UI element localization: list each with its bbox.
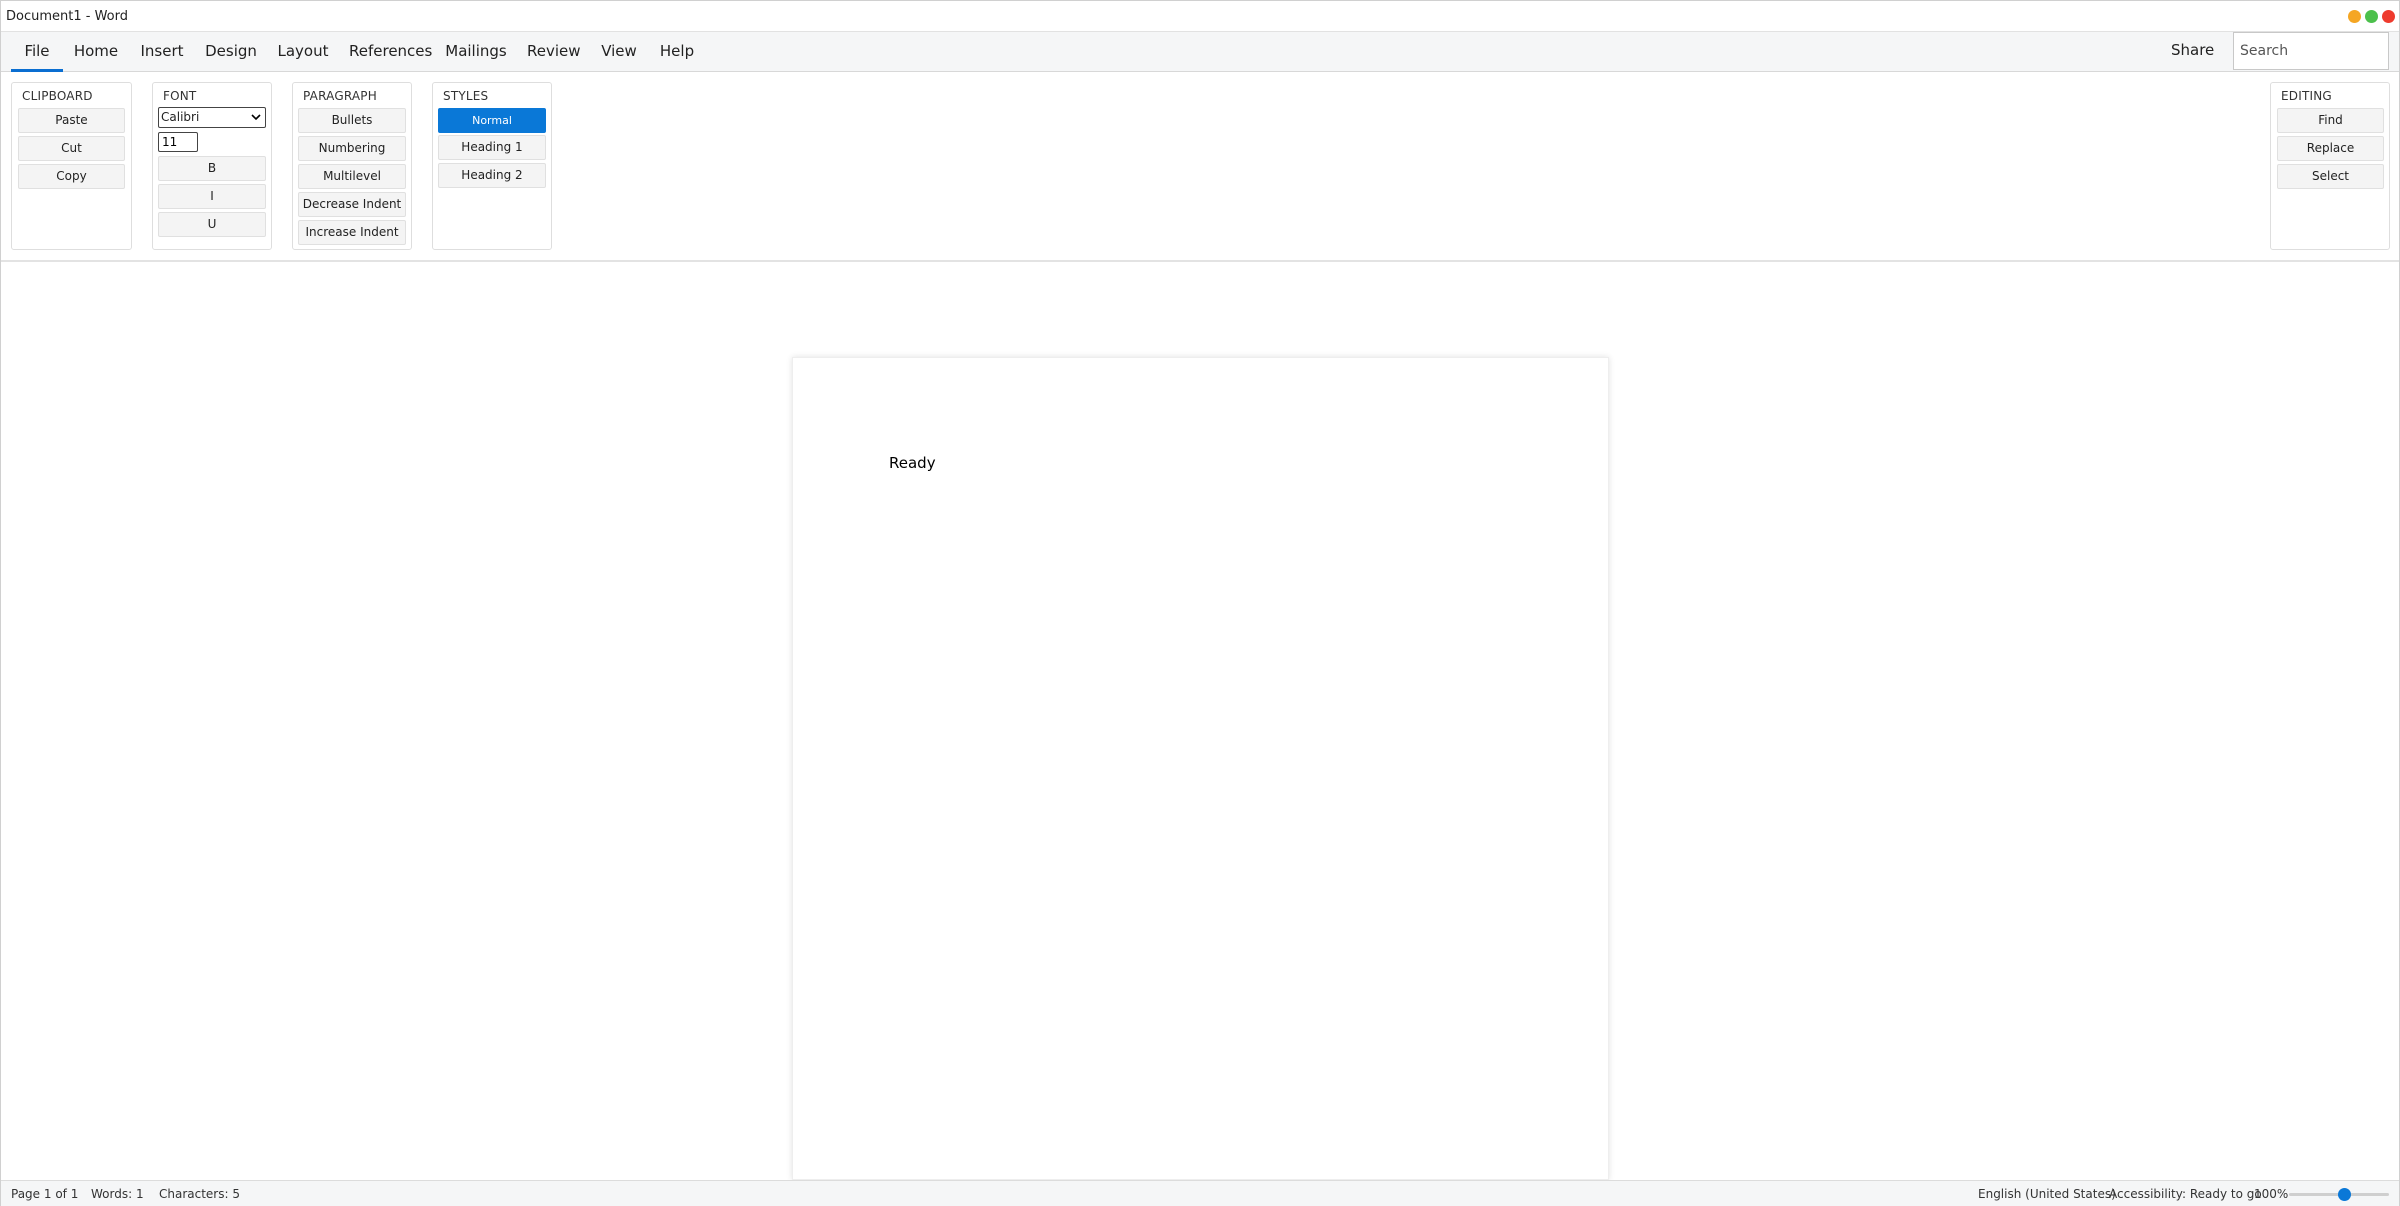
find-button[interactable]: Find (2277, 108, 2384, 133)
tab-home[interactable]: Home (71, 32, 121, 72)
clipboard-group: CLIPBOARD Paste Cut Copy (11, 82, 132, 250)
share-button[interactable]: Share (2171, 41, 2214, 59)
copy-button[interactable]: Copy (18, 164, 125, 189)
select-button[interactable]: Select (2277, 164, 2384, 189)
search-input[interactable] (2233, 32, 2389, 70)
zoom-slider[interactable] (2289, 1188, 2389, 1201)
style-heading1-button[interactable]: Heading 1 (438, 135, 546, 160)
tab-view[interactable]: View (599, 32, 639, 72)
chevron-down-icon (251, 114, 261, 121)
accessibility-status[interactable]: Accessibility: Ready to go (2109, 1187, 2262, 1201)
maximize-button[interactable] (2365, 10, 2378, 23)
underline-button[interactable]: U (158, 212, 266, 237)
font-family-select[interactable]: Calibri (158, 107, 266, 128)
document-canvas: Ready (1, 262, 2399, 1180)
tab-layout[interactable]: Layout (277, 32, 329, 72)
document-text[interactable]: Ready (889, 454, 936, 472)
tab-help[interactable]: Help (657, 32, 697, 72)
cut-button[interactable]: Cut (18, 136, 125, 161)
tab-review[interactable]: Review (527, 32, 581, 72)
paragraph-group: PARAGRAPH Bullets Numbering Multilevel D… (292, 82, 412, 250)
style-normal-button[interactable]: Normal (438, 108, 546, 133)
tab-references[interactable]: References (349, 32, 432, 72)
font-group-label: FONT (163, 89, 197, 103)
tab-insert[interactable]: Insert (137, 32, 187, 72)
close-button[interactable] (2382, 10, 2395, 23)
title-bar: Document1 - Word (1, 1, 2399, 32)
clipboard-group-label: CLIPBOARD (22, 89, 93, 103)
page-count: Page 1 of 1 (11, 1187, 79, 1201)
italic-button[interactable]: I (158, 184, 266, 209)
decrease-indent-button[interactable]: Decrease Indent (298, 192, 406, 217)
styles-group: STYLES Normal Heading 1 Heading 2 (432, 82, 552, 250)
ribbon: CLIPBOARD Paste Cut Copy FONT Calibri B … (1, 72, 2399, 262)
font-size-input[interactable] (158, 132, 198, 152)
minimize-button[interactable] (2348, 10, 2361, 23)
increase-indent-button[interactable]: Increase Indent (298, 220, 406, 245)
tab-file[interactable]: File (11, 32, 63, 72)
tab-design[interactable]: Design (204, 32, 258, 72)
font-group: FONT Calibri B I U (152, 82, 272, 250)
window-title: Document1 - Word (6, 9, 128, 24)
numbering-button[interactable]: Numbering (298, 136, 406, 161)
language-indicator[interactable]: English (United States) (1978, 1187, 2116, 1201)
multilevel-button[interactable]: Multilevel (298, 164, 406, 189)
style-heading2-button[interactable]: Heading 2 (438, 163, 546, 188)
editing-group-label: EDITING (2281, 89, 2332, 103)
editing-group: EDITING Find Replace Select (2270, 82, 2390, 250)
font-family-value: Calibri (161, 110, 200, 124)
paste-button[interactable]: Paste (18, 108, 125, 133)
zoom-slider-thumb[interactable] (2337, 1188, 2351, 1201)
bold-button[interactable]: B (158, 156, 266, 181)
replace-button[interactable]: Replace (2277, 136, 2384, 161)
character-count: Characters: 5 (159, 1187, 240, 1201)
bullets-button[interactable]: Bullets (298, 108, 406, 133)
styles-group-label: STYLES (443, 89, 489, 103)
tab-mailings[interactable]: Mailings (445, 32, 507, 72)
status-bar: Page 1 of 1 Words: 1 Characters: 5 Engli… (1, 1180, 2399, 1206)
ribbon-tab-bar: File Home Insert Design Layout Reference… (1, 32, 2399, 72)
word-count: Words: 1 (91, 1187, 144, 1201)
zoom-level[interactable]: 100% (2254, 1187, 2288, 1201)
paragraph-group-label: PARAGRAPH (303, 89, 377, 103)
document-page[interactable]: Ready (792, 357, 1609, 1180)
